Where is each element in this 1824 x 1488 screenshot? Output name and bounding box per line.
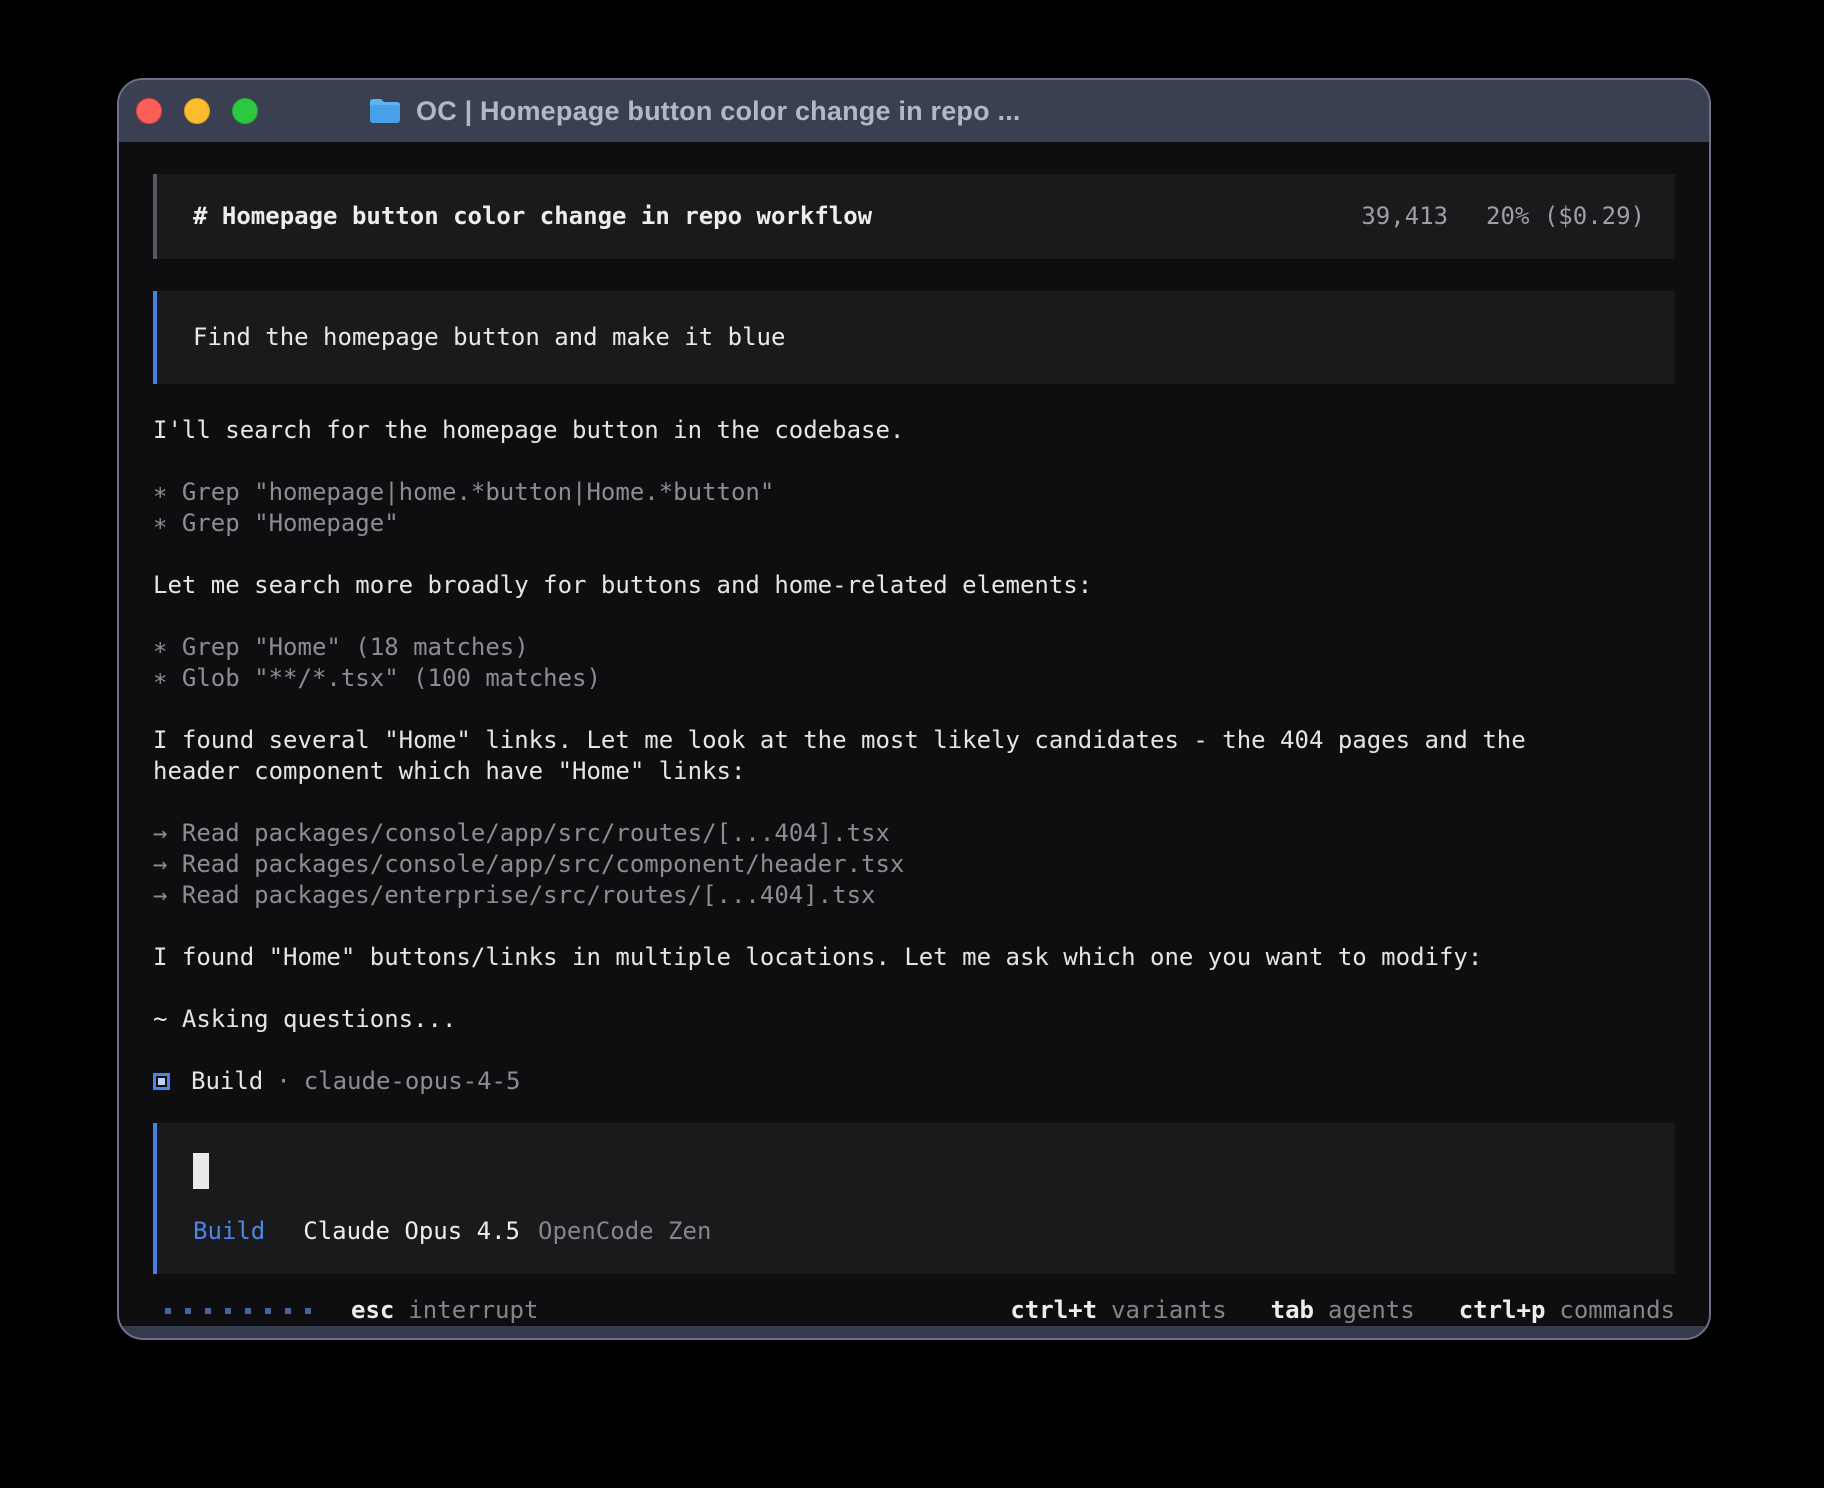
- assistant-text: I'll search for the homepage button in t…: [153, 415, 1675, 446]
- activity-dot: [225, 1308, 231, 1314]
- esc-action-label: interrupt: [408, 1295, 538, 1326]
- session-title: # Homepage button color change in repo w…: [193, 201, 872, 232]
- tool-call-glob: ∗ Glob "**/*.tsx" (100 matches): [153, 663, 1675, 694]
- minimize-button[interactable]: [184, 98, 210, 124]
- assistant-text: I found several "Home" links. Let me loo…: [153, 725, 1675, 756]
- terminal-content: # Homepage button color change in repo w…: [119, 142, 1709, 1326]
- model-name: claude-opus-4-5: [304, 1066, 521, 1097]
- shortcut-agents: tab agents: [1271, 1295, 1415, 1326]
- activity-dots: [165, 1308, 311, 1314]
- user-message: Find the homepage button and make it blu…: [153, 291, 1675, 384]
- activity-dot: [185, 1308, 191, 1314]
- agent-model-status: Build · claude-opus-4-5: [153, 1066, 1675, 1097]
- session-stats: 39,413 20% ($0.29): [1361, 201, 1645, 232]
- context-cost: 20% ($0.29): [1486, 201, 1645, 232]
- activity-dot: [245, 1308, 251, 1314]
- close-button[interactable]: [136, 98, 162, 124]
- tool-call-read: → Read packages/console/app/src/componen…: [153, 849, 1675, 880]
- asterisk-icon: ∗: [153, 478, 167, 506]
- terminal-window: OC | Homepage button color change in rep…: [117, 78, 1711, 1340]
- window-controls: [136, 98, 258, 124]
- arrow-right-icon: →: [153, 850, 167, 878]
- assistant-text: I found "Home" buttons/links in multiple…: [153, 942, 1675, 973]
- input-footer: Build Claude Opus 4.5 OpenCode Zen: [193, 1216, 1639, 1247]
- tool-call-grep: ∗ Grep "Homepage": [153, 508, 1675, 539]
- activity-dot: [205, 1308, 211, 1314]
- input-provider-label: OpenCode Zen: [538, 1216, 711, 1247]
- tool-call-grep: ∗ Grep "homepage|home.*button|Home.*butt…: [153, 477, 1675, 508]
- esc-key-hint: esc: [351, 1295, 394, 1326]
- activity-dot: [305, 1308, 311, 1314]
- transcript: I'll search for the homepage button in t…: [153, 384, 1675, 1097]
- titlebar[interactable]: OC | Homepage button color change in rep…: [119, 80, 1709, 142]
- asterisk-icon: ∗: [153, 664, 167, 692]
- agent-badge-icon: [153, 1073, 170, 1090]
- shortcut-variants: ctrl+t variants: [1010, 1295, 1226, 1326]
- arrow-right-icon: →: [153, 881, 167, 909]
- tool-call-read: → Read packages/console/app/src/routes/[…: [153, 818, 1675, 849]
- tool-call-read: → Read packages/enterprise/src/routes/[.…: [153, 880, 1675, 911]
- status-bar: esc interrupt ctrl+t variants tab agents…: [153, 1295, 1675, 1326]
- assistant-text: header component which have "Home" links…: [153, 756, 1675, 787]
- input-agent-label[interactable]: Build: [193, 1216, 265, 1247]
- activity-dot: [265, 1308, 271, 1314]
- agent-name: Build: [191, 1066, 263, 1097]
- prompt-input[interactable]: Build Claude Opus 4.5 OpenCode Zen: [153, 1123, 1675, 1274]
- activity-dot: [285, 1308, 291, 1314]
- assistant-text: Let me search more broadly for buttons a…: [153, 570, 1675, 601]
- activity-dot: [165, 1308, 171, 1314]
- working-status: ~ Asking questions...: [153, 1004, 1675, 1035]
- asterisk-icon: ∗: [153, 509, 167, 537]
- token-count: 39,413: [1361, 201, 1448, 232]
- folder-icon: [368, 97, 402, 125]
- asterisk-icon: ∗: [153, 633, 167, 661]
- arrow-right-icon: →: [153, 819, 167, 847]
- shortcut-commands: ctrl+p commands: [1459, 1295, 1675, 1326]
- text-cursor: [193, 1153, 209, 1189]
- tool-call-grep: ∗ Grep "Home" (18 matches): [153, 632, 1675, 663]
- zoom-button[interactable]: [232, 98, 258, 124]
- session-header: # Homepage button color change in repo w…: [153, 174, 1675, 259]
- user-message-text: Find the homepage button and make it blu…: [193, 323, 785, 351]
- separator-dot: ·: [276, 1066, 290, 1097]
- window-title: OC | Homepage button color change in rep…: [416, 96, 1021, 127]
- input-model-label[interactable]: Claude Opus 4.5: [303, 1216, 520, 1247]
